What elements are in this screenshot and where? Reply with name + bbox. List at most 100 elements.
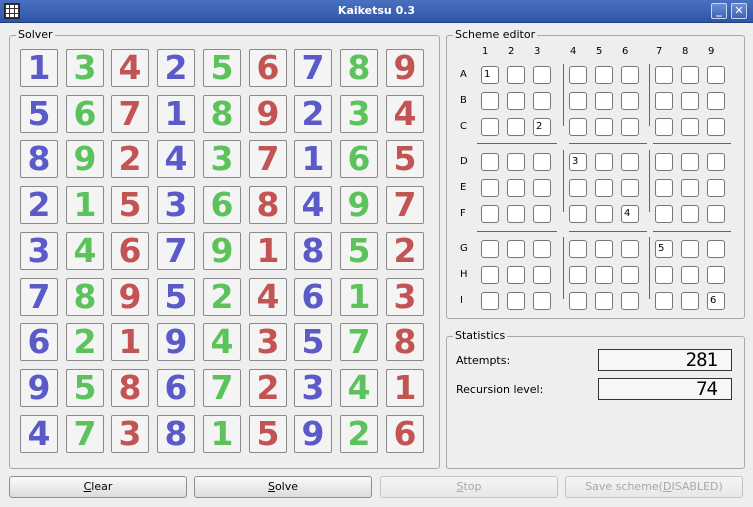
solver-cell[interactable]: 7 [386,186,424,224]
solver-cell[interactable]: 7 [203,369,241,407]
editor-cell-input[interactable] [595,292,613,310]
solver-cell[interactable]: 8 [66,278,104,316]
solver-cell[interactable]: 6 [249,49,287,87]
editor-cell-input[interactable] [481,266,499,284]
solver-cell[interactable]: 7 [340,323,378,361]
editor-cell-input[interactable] [681,240,699,258]
solver-cell[interactable]: 2 [203,278,241,316]
editor-cell-input[interactable] [655,92,673,110]
editor-cell-input[interactable] [655,179,673,197]
editor-cell-input[interactable] [621,153,639,171]
solver-cell[interactable]: 5 [203,49,241,87]
solver-cell[interactable]: 2 [66,323,104,361]
editor-cell-input[interactable] [507,66,525,84]
editor-cell-input[interactable] [569,292,587,310]
solver-cell[interactable]: 1 [111,323,149,361]
solver-cell[interactable]: 4 [203,323,241,361]
solver-cell[interactable]: 2 [340,415,378,453]
solver-cell[interactable]: 5 [294,323,332,361]
editor-cell-input[interactable] [569,205,587,223]
solver-cell[interactable]: 6 [66,95,104,133]
solver-cell[interactable]: 8 [294,232,332,270]
solver-cell[interactable]: 8 [157,415,195,453]
editor-cell-input[interactable] [481,292,499,310]
editor-cell-input[interactable] [681,118,699,136]
editor-cell-input[interactable] [655,118,673,136]
editor-cell-input[interactable] [507,153,525,171]
editor-cell-input[interactable] [681,292,699,310]
solver-cell[interactable]: 7 [249,140,287,178]
solver-cell[interactable]: 5 [340,232,378,270]
editor-cell-input[interactable] [507,292,525,310]
solver-cell[interactable]: 4 [294,186,332,224]
editor-cell-input[interactable] [707,153,725,171]
editor-cell-input[interactable] [681,266,699,284]
editor-cell-input[interactable] [655,205,673,223]
solver-cell[interactable]: 3 [20,232,58,270]
solver-cell[interactable]: 1 [340,278,378,316]
editor-cell-input[interactable] [481,118,499,136]
editor-cell-input[interactable] [481,179,499,197]
solver-cell[interactable]: 8 [111,369,149,407]
solver-cell[interactable]: 3 [157,186,195,224]
solver-cell[interactable]: 4 [386,95,424,133]
editor-cell-input[interactable] [533,292,551,310]
solver-cell[interactable]: 3 [111,415,149,453]
editor-cell-input[interactable] [533,92,551,110]
solver-cell[interactable]: 5 [111,186,149,224]
editor-cell-input[interactable] [507,92,525,110]
editor-cell-input[interactable] [507,118,525,136]
solver-cell[interactable]: 5 [386,140,424,178]
editor-cell-input[interactable] [621,292,639,310]
editor-cell-input[interactable] [595,179,613,197]
editor-cell-input[interactable]: 3 [569,153,587,171]
solver-cell[interactable]: 8 [386,323,424,361]
solver-cell[interactable]: 1 [386,369,424,407]
solver-cell[interactable]: 4 [66,232,104,270]
editor-cell-input[interactable] [707,240,725,258]
solver-cell[interactable]: 2 [111,140,149,178]
solver-cell[interactable]: 7 [111,95,149,133]
solver-cell[interactable]: 6 [157,369,195,407]
stop-button[interactable]: Stop [380,476,558,498]
solver-cell[interactable]: 6 [340,140,378,178]
editor-cell-input[interactable] [533,240,551,258]
solver-cell[interactable]: 5 [66,369,104,407]
editor-cell-input[interactable] [681,92,699,110]
editor-cell-input[interactable] [681,66,699,84]
editor-cell-input[interactable] [533,266,551,284]
solver-cell[interactable]: 9 [294,415,332,453]
editor-cell-input[interactable] [533,205,551,223]
editor-cell-input[interactable] [569,266,587,284]
solver-cell[interactable]: 6 [386,415,424,453]
clear-button[interactable]: Clear [9,476,187,498]
solver-cell[interactable]: 9 [203,232,241,270]
editor-cell-input[interactable] [595,240,613,258]
solver-cell[interactable]: 1 [20,49,58,87]
editor-cell-input[interactable] [655,266,673,284]
editor-cell-input[interactable] [569,240,587,258]
solver-cell[interactable]: 3 [203,140,241,178]
editor-cell-input[interactable] [655,292,673,310]
editor-cell-input[interactable] [707,92,725,110]
solver-cell[interactable]: 5 [20,95,58,133]
editor-cell-input[interactable] [707,266,725,284]
editor-cell-input[interactable]: 2 [533,118,551,136]
editor-cell-input[interactable] [533,66,551,84]
editor-cell-input[interactable] [569,179,587,197]
editor-cell-input[interactable] [595,66,613,84]
editor-cell-input[interactable] [595,153,613,171]
solver-cell[interactable]: 2 [386,232,424,270]
solver-cell[interactable]: 6 [294,278,332,316]
solver-cell[interactable]: 9 [386,49,424,87]
solver-cell[interactable]: 8 [203,95,241,133]
editor-cell-input[interactable] [621,118,639,136]
editor-cell-input[interactable]: 4 [621,205,639,223]
close-button[interactable]: ✕ [731,3,747,19]
editor-cell-input[interactable] [707,179,725,197]
editor-cell-input[interactable] [621,92,639,110]
solver-cell[interactable]: 9 [340,186,378,224]
editor-cell-input[interactable] [533,153,551,171]
editor-cell-input[interactable]: 1 [481,66,499,84]
editor-cell-input[interactable] [621,179,639,197]
